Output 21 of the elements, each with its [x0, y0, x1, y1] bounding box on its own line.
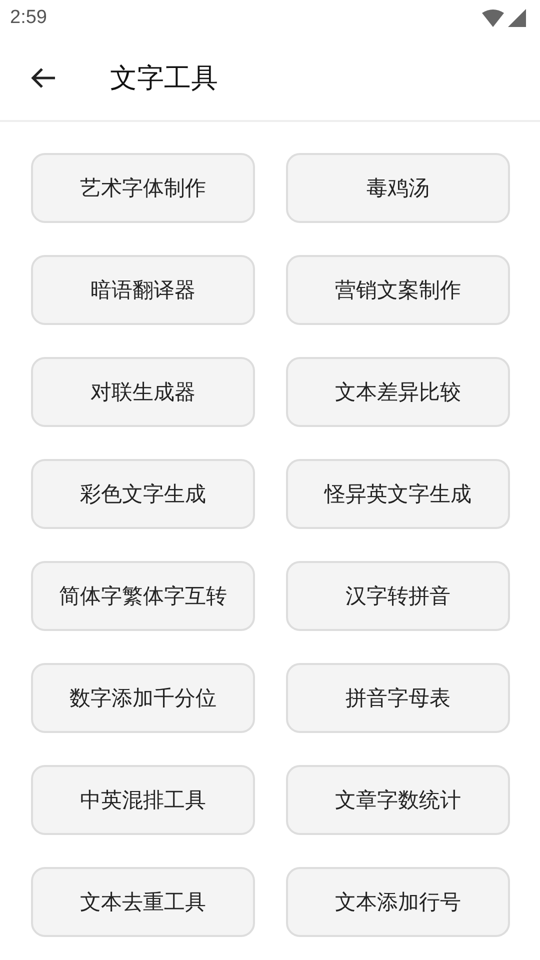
- tool-button[interactable]: 毒鸡汤: [286, 153, 510, 223]
- tool-button[interactable]: 文本添加行号: [286, 867, 510, 937]
- status-time: 2:59: [10, 7, 47, 29]
- tool-button[interactable]: 艺术字体制作: [31, 153, 255, 223]
- tool-button[interactable]: 简体字繁体字互转: [31, 561, 255, 631]
- tool-button[interactable]: 文本去重工具: [31, 867, 255, 937]
- page-title: 文字工具: [110, 62, 218, 96]
- tool-button[interactable]: 文章字数统计: [286, 765, 510, 835]
- tool-button[interactable]: 营销文案制作: [286, 255, 510, 325]
- tool-button[interactable]: 彩色文字生成: [31, 459, 255, 529]
- tool-button[interactable]: 拼音字母表: [286, 663, 510, 733]
- tool-button[interactable]: 汉字转拼音: [286, 561, 510, 631]
- tool-button[interactable]: 中英混排工具: [31, 765, 255, 835]
- tool-button[interactable]: 暗语翻译器: [31, 255, 255, 325]
- tool-button[interactable]: 怪异英文字生成: [286, 459, 510, 529]
- tool-button[interactable]: 数字添加千分位: [31, 663, 255, 733]
- tool-button[interactable]: 文本差异比较: [286, 357, 510, 427]
- back-arrow-icon[interactable]: [30, 67, 56, 89]
- tool-button[interactable]: 对联生成器: [31, 357, 255, 427]
- signal-icon: [508, 9, 526, 27]
- wifi-icon: [482, 9, 504, 27]
